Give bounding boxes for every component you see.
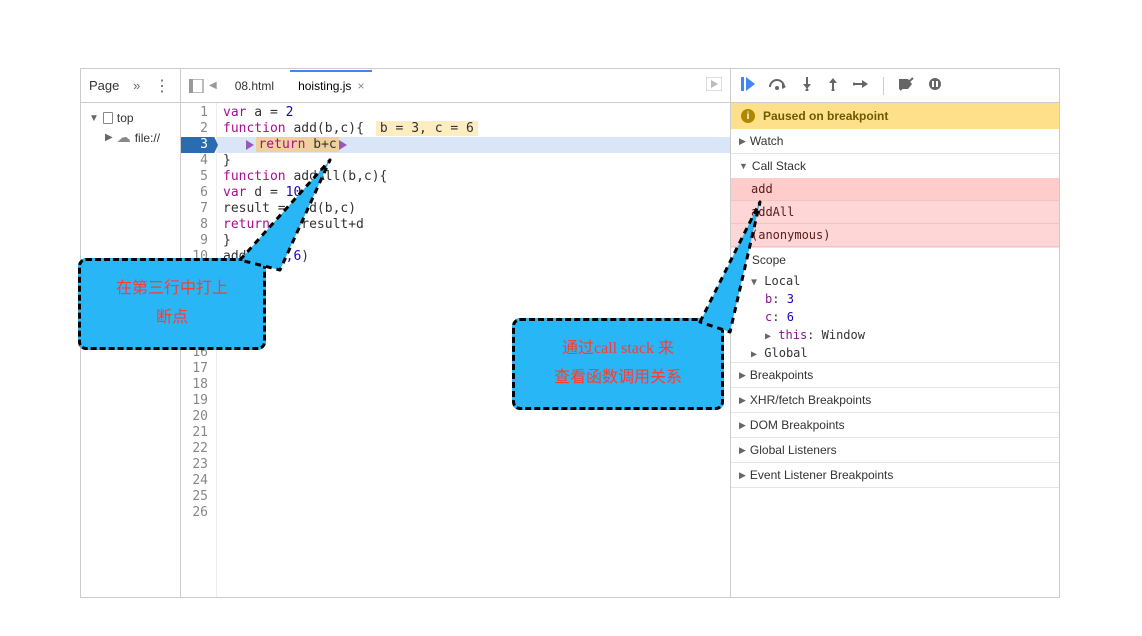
page-icon	[103, 112, 113, 124]
triangle-right-icon: ▶	[739, 470, 746, 481]
dom-section: ▶DOM Breakpoints	[731, 413, 1059, 438]
section-header[interactable]: ▶Breakpoints	[731, 363, 1059, 387]
deactivate-breakpoints-button[interactable]	[898, 77, 914, 94]
tree-label: top	[117, 111, 134, 125]
section-header[interactable]: ▶XHR/fetch Breakpoints	[731, 388, 1059, 412]
tab-label: 08.html	[235, 79, 274, 93]
navigator-title[interactable]: Page	[89, 78, 119, 93]
annotation-text: 查看函数调用关系	[525, 364, 711, 393]
execution-line: return b+c	[217, 137, 730, 153]
exec-marker-icon	[339, 140, 347, 150]
section-header[interactable]: ▼Call Stack	[731, 154, 1059, 178]
resume-button[interactable]	[741, 77, 755, 94]
callout-tail-icon	[700, 202, 820, 342]
tree-child[interactable]: ▶ ☁ file://	[85, 127, 176, 148]
triangle-right-icon: ▶	[751, 349, 757, 360]
close-icon[interactable]: ×	[357, 79, 364, 93]
navigator-header: Page » ⋮	[81, 69, 180, 103]
pause-label: Paused on breakpoint	[763, 109, 888, 123]
triangle-down-icon: ▼	[89, 113, 99, 124]
info-icon: i	[741, 109, 755, 123]
exec-marker-icon	[246, 140, 254, 150]
callout-tail-icon	[240, 160, 360, 280]
triangle-right-icon: ▶	[739, 395, 746, 406]
step-into-button[interactable]	[801, 77, 813, 94]
xhr-section: ▶XHR/fetch Breakpoints	[731, 388, 1059, 413]
tree-root[interactable]: ▼ top	[85, 109, 176, 127]
cloud-icon: ☁	[117, 129, 131, 146]
scope-global[interactable]: ▶ Global	[731, 344, 1059, 362]
triangle-right-icon: ▶	[739, 445, 746, 456]
annotation-callout: 在第三行中打上 断点	[78, 258, 266, 350]
section-header[interactable]: ▶DOM Breakpoints	[731, 413, 1059, 437]
stack-frame[interactable]: add	[731, 178, 1059, 201]
inline-values: b = 3, c = 6	[376, 121, 478, 136]
section-header[interactable]: ▶Watch	[731, 129, 1059, 153]
global-listeners-section: ▶Global Listeners	[731, 438, 1059, 463]
breakpoints-section: ▶Breakpoints	[731, 363, 1059, 388]
run-snippet-icon[interactable]	[706, 77, 722, 94]
line-gutter[interactable]: 1234567891011121314151617181920212223242…	[181, 103, 217, 597]
file-tree: ▼ top ▶ ☁ file://	[81, 103, 180, 154]
section-header[interactable]: ▶Global Listeners	[731, 438, 1059, 462]
pause-banner: i Paused on breakpoint	[731, 103, 1059, 129]
tab-label: hoisting.js	[298, 79, 351, 93]
triangle-right-icon: ▶	[739, 370, 746, 381]
step-button[interactable]	[853, 77, 869, 94]
triangle-right-icon: ▶	[105, 132, 113, 143]
triangle-down-icon: ▼	[739, 161, 748, 171]
more-menu-icon[interactable]: ⋮	[154, 76, 172, 96]
annotation-text: 断点	[91, 304, 253, 333]
triangle-right-icon: ▶	[739, 136, 746, 147]
separator	[883, 77, 884, 95]
tab-inactive[interactable]: 08.html	[229, 71, 280, 101]
watch-section: ▶Watch	[731, 129, 1059, 154]
step-out-button[interactable]	[827, 77, 839, 94]
tree-label: file://	[135, 131, 160, 145]
annotation-text: 在第三行中打上	[91, 275, 253, 304]
nav-toggle-icon[interactable]: ◀	[189, 79, 217, 93]
pause-exceptions-button[interactable]	[928, 77, 942, 94]
section-header[interactable]: ▶Event Listener Breakpoints	[731, 463, 1059, 487]
annotation-callout: 通过call stack 来 查看函数调用关系	[512, 318, 724, 410]
tab-active[interactable]: hoisting.js ×	[292, 71, 370, 101]
source-tab-bar: ◀ 08.html hoisting.js ×	[181, 69, 730, 103]
debug-toolbar	[731, 69, 1059, 103]
event-listener-section: ▶Event Listener Breakpoints	[731, 463, 1059, 488]
step-over-button[interactable]	[769, 77, 787, 94]
overflow-chevron-icon[interactable]: »	[133, 78, 140, 93]
breakpoint-marker[interactable]: 3	[181, 137, 218, 153]
annotation-text: 通过call stack 来	[525, 335, 711, 364]
triangle-right-icon: ▶	[739, 420, 746, 431]
